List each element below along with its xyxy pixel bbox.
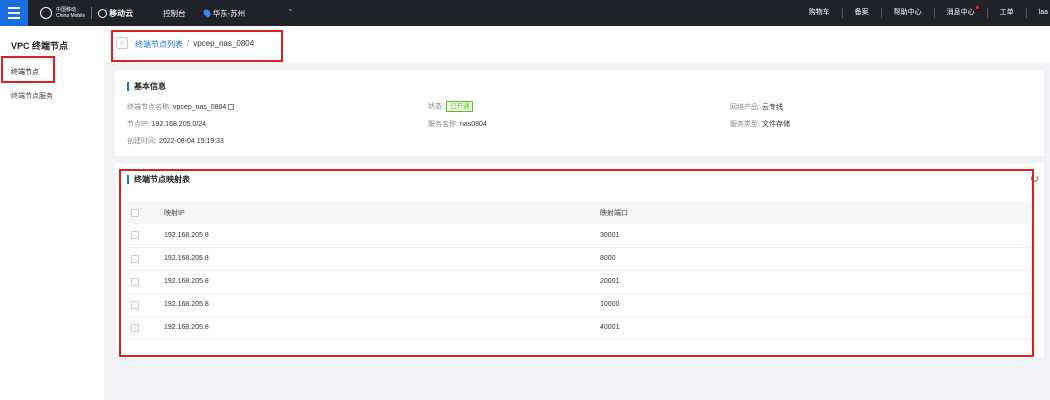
network-product-value: 云专线 bbox=[761, 104, 783, 111]
message-center-link[interactable]: 消息中心 bbox=[935, 6, 988, 18]
top-right-menu: 购物车 备案 帮助中心 消息中心 工单 laa bbox=[797, 0, 1050, 26]
node-ip-value: 192.168.205.0/24 bbox=[151, 121, 207, 128]
service-type-field: 服务类型: 文件存储 bbox=[730, 121, 790, 128]
logo[interactable]: 中国移动 China Mobile 移动云 bbox=[40, 7, 133, 19]
highlight-box-sidebar bbox=[1, 56, 55, 83]
basic-info-card: 基本信息 终端节点名称: vpcep_nas_0804 节点IP: 192.168.… bbox=[115, 70, 1044, 156]
region-selector[interactable]: 华东-苏州 bbox=[201, 8, 246, 19]
ecloud-logo-icon bbox=[98, 8, 108, 18]
node-ip-field: 节点IP: 192.168.205.0/24 bbox=[127, 121, 207, 128]
network-product-field: 网络产品: 云专线 bbox=[730, 104, 783, 111]
section-title-basic-info: 基本信息 bbox=[127, 82, 166, 91]
user-account[interactable]: laa bbox=[1027, 8, 1050, 18]
filing-link[interactable]: 备案 bbox=[843, 8, 882, 18]
unread-dot-icon bbox=[975, 6, 979, 9]
ticket-link[interactable]: 工单 bbox=[988, 8, 1027, 18]
service-name-field: 服务名称: nas0804 bbox=[428, 121, 487, 128]
highlight-box-breadcrumb bbox=[111, 30, 283, 62]
copy-icon[interactable] bbox=[228, 104, 235, 111]
menu-icon[interactable] bbox=[0, 0, 28, 26]
status-field: 状态: 已开通 bbox=[428, 101, 474, 112]
service-name-value: nas0804 bbox=[459, 121, 487, 128]
created-time-value: 2022-08-04 15:19:33 bbox=[158, 138, 224, 145]
region-label: 华东-苏州 bbox=[212, 8, 246, 18]
sidebar-title: VPC 终端节点 bbox=[11, 41, 69, 51]
top-nav-bar: 中国移动 China Mobile 移动云 控制台 华东-苏州 ⌄ 购物车 备案… bbox=[0, 0, 1050, 26]
china-mobile-logo-icon bbox=[40, 7, 52, 19]
brand-name: 移动云 bbox=[109, 8, 134, 18]
page-header: ‹ 终端节点列表 / vpcep_nas_0804 bbox=[104, 26, 1050, 63]
chevron-down-icon[interactable]: ⌄ bbox=[287, 4, 294, 13]
endpoint-name-value: vpcep_nas_0804 bbox=[172, 104, 227, 111]
sidebar: VPC 终端节点 终端节点 终端节点服务 bbox=[0, 26, 104, 400]
location-pin-icon bbox=[201, 8, 212, 18]
service-type-value: 文件存储 bbox=[761, 121, 790, 128]
highlight-box-mapping bbox=[119, 169, 1034, 357]
endpoint-name-field: 终端节点名称: vpcep_nas_0804 bbox=[127, 102, 235, 112]
help-center-link[interactable]: 帮助中心 bbox=[882, 8, 935, 18]
console-link[interactable]: 控制台 bbox=[163, 8, 186, 19]
status-badge: 已开通 bbox=[445, 101, 474, 112]
cart-link[interactable]: 购物车 bbox=[797, 8, 843, 18]
created-time-field: 创建时间: 2022-08-04 15:19:33 bbox=[127, 138, 224, 145]
sidebar-item-endpoint-services[interactable]: 终端节点服务 bbox=[0, 91, 53, 101]
